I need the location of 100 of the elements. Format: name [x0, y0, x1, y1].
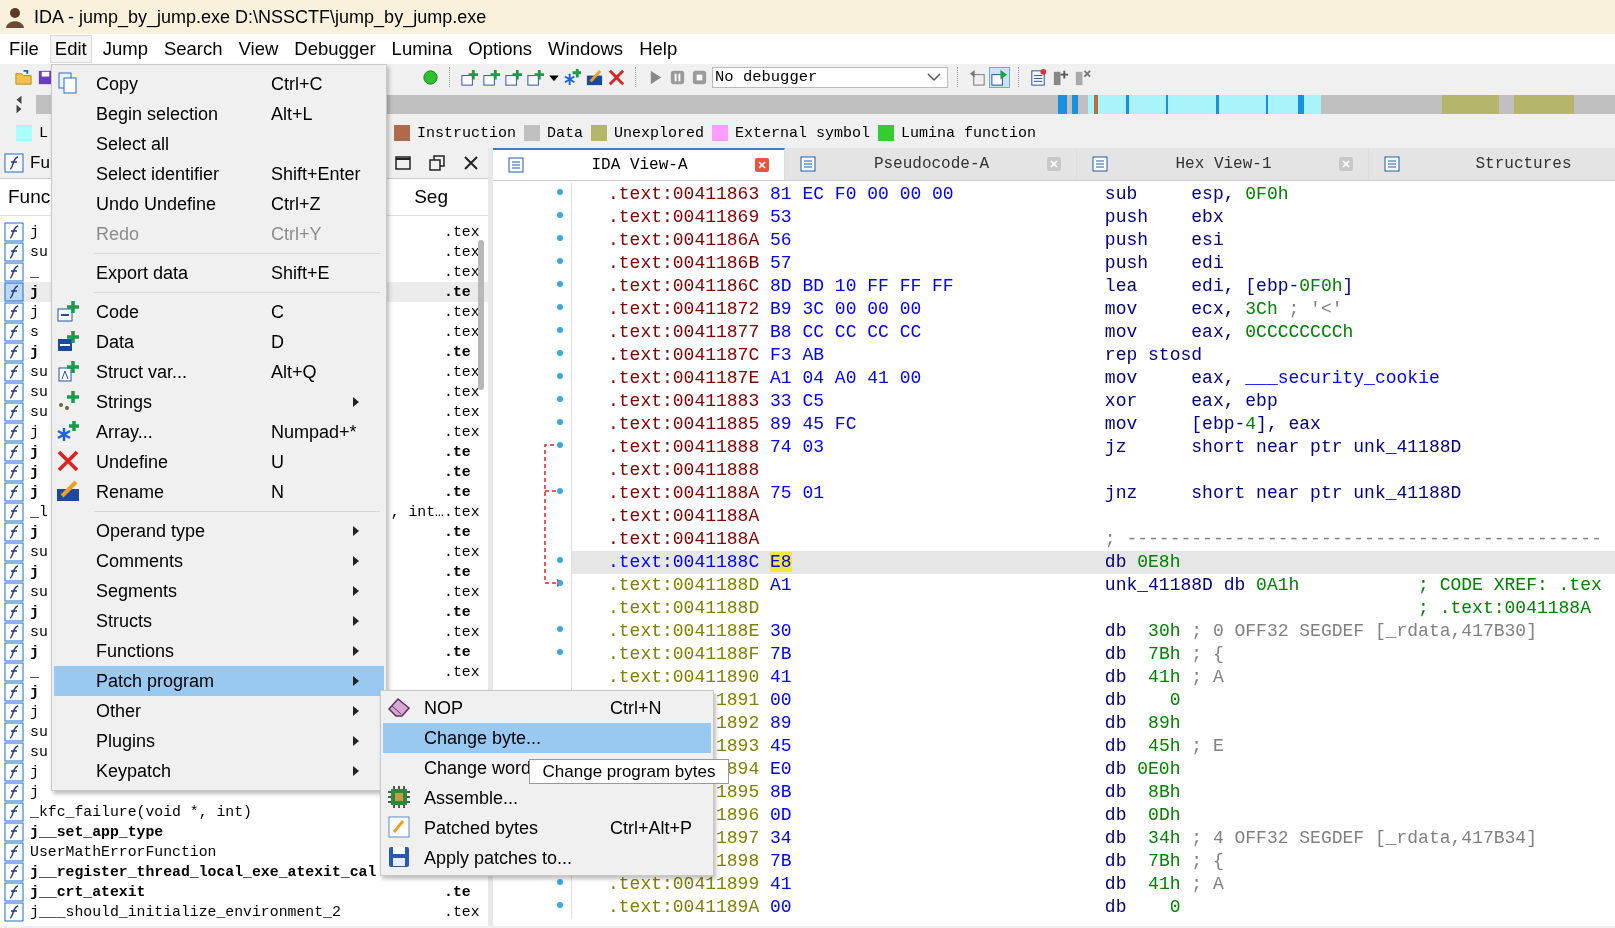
- function-name[interactable]: j: [30, 484, 39, 500]
- function-name[interactable]: j__crt_atexit: [30, 884, 146, 900]
- view-tab[interactable]: Structures: [1369, 148, 1615, 180]
- function-name[interactable]: _: [30, 664, 39, 680]
- address-text: .text:00411885: [608, 414, 760, 434]
- function-name[interactable]: j: [30, 224, 39, 240]
- menu-item[interactable]: Select identifier Shift+Enter: [54, 159, 384, 189]
- view-tab[interactable]: Hex View-1: [1077, 148, 1369, 180]
- menu-item[interactable]: Other: [54, 696, 384, 726]
- function-name[interactable]: j: [30, 524, 39, 540]
- x-icon[interactable]: [607, 67, 626, 87]
- menu-item[interactable]: Functions: [54, 636, 384, 666]
- menu-item[interactable]: Undefine U: [54, 447, 384, 477]
- menu-item[interactable]: Code C: [54, 297, 384, 327]
- function-name[interactable]: j: [30, 444, 39, 460]
- close-icon[interactable]: [462, 154, 480, 172]
- menu-item[interactable]: Change byte...: [383, 723, 711, 753]
- menu-bar-item[interactable]: Lumina: [386, 35, 458, 63]
- scrollbar-thumb[interactable]: [478, 240, 484, 390]
- menu-item[interactable]: Operand type: [54, 516, 384, 546]
- menu-item[interactable]: Keypatch: [54, 756, 384, 786]
- column-header[interactable]: Seg: [414, 186, 448, 208]
- menu-bar-item[interactable]: Debugger: [289, 35, 381, 63]
- menu-item[interactable]: Strings: [54, 387, 384, 417]
- function-name[interactable]: su: [30, 384, 48, 400]
- menu-item[interactable]: Data D: [54, 327, 384, 357]
- function-name[interactable]: j__set_app_type: [30, 824, 164, 840]
- menu-item[interactable]: Apply patches to...: [383, 843, 711, 873]
- menu-bar-item[interactable]: View: [233, 35, 284, 63]
- folder-icon[interactable]: [14, 67, 33, 87]
- menu-item[interactable]: Structs: [54, 606, 384, 636]
- function-name[interactable]: su: [30, 544, 48, 560]
- menu-bar-item[interactable]: Options: [463, 35, 538, 63]
- function-name[interactable]: j: [30, 704, 39, 720]
- menu-item[interactable]: Comments: [54, 546, 384, 576]
- function-name[interactable]: , int…: [390, 504, 444, 520]
- function-name[interactable]: su: [30, 624, 48, 640]
- menu-item[interactable]: Array... Numpad+*: [54, 417, 384, 447]
- menu-item[interactable]: Segments: [54, 576, 384, 606]
- function-name[interactable]: su: [30, 724, 48, 740]
- menu-item[interactable]: Rename N: [54, 477, 384, 507]
- restore-icon[interactable]: [428, 154, 446, 172]
- function-name[interactable]: su: [30, 404, 48, 420]
- menu-item[interactable]: Copy Ctrl+C: [54, 69, 384, 99]
- panel-title: Fu: [30, 153, 50, 173]
- function-name[interactable]: j: [30, 604, 39, 620]
- list-icon[interactable]: [1029, 67, 1048, 87]
- instruction-text: db 41h ; A: [1104, 667, 1224, 687]
- menu-bar-item[interactable]: File: [4, 35, 44, 63]
- function-name[interactable]: su: [30, 364, 48, 380]
- pencil-icon[interactable]: [585, 67, 604, 87]
- function-name[interactable]: j: [30, 784, 39, 800]
- menu-item[interactable]: Export data Shift+E: [54, 258, 384, 288]
- function-name[interactable]: j: [30, 764, 39, 780]
- view-tab[interactable]: Pseudocode-A: [785, 148, 1077, 180]
- function-name[interactable]: j: [30, 284, 39, 300]
- step-icon[interactable]: [968, 67, 987, 87]
- menu-item[interactable]: Patch program: [54, 666, 384, 696]
- asterisk-plus-icon[interactable]: [563, 67, 582, 87]
- function-name[interactable]: su: [30, 584, 48, 600]
- run-icon[interactable]: [990, 67, 1009, 87]
- menu-item[interactable]: Plugins: [54, 726, 384, 756]
- function-name[interactable]: j__register_thread_local_exe_atexit_cal: [30, 864, 377, 880]
- function-name[interactable]: j: [30, 684, 39, 700]
- function-name[interactable]: j: [30, 464, 39, 480]
- menu-item[interactable]: Undo Undefine Ctrl+Z: [54, 189, 384, 219]
- function-name[interactable]: su: [30, 744, 48, 760]
- function-name[interactable]: UserMathErrorFunction: [30, 844, 217, 860]
- menu-item[interactable]: NOP Ctrl+N: [383, 693, 711, 723]
- plus-box-icon[interactable]: [460, 67, 479, 87]
- menu-item[interactable]: Select all: [54, 129, 384, 159]
- menu-item[interactable]: Begin selection Alt+L: [54, 99, 384, 129]
- menu-item[interactable]: Assemble...: [383, 783, 711, 813]
- function-name[interactable]: j: [30, 344, 39, 360]
- function-name[interactable]: j: [30, 564, 39, 580]
- menu-bar-item[interactable]: Search: [158, 35, 228, 63]
- function-name[interactable]: j: [30, 644, 39, 660]
- function-name[interactable]: j___should_initialize_environment_2: [30, 904, 341, 920]
- function-name[interactable]: j: [30, 304, 39, 320]
- menu-bar-item[interactable]: Windows: [543, 35, 629, 63]
- debugger-dropdown[interactable]: No debugger: [712, 66, 948, 88]
- function-name[interactable]: _: [30, 264, 39, 280]
- function-name[interactable]: j: [30, 424, 39, 440]
- view-tab[interactable]: IDA View-A: [493, 148, 785, 180]
- plus-box-icon[interactable]: [504, 67, 523, 87]
- function-name[interactable]: su: [30, 244, 48, 260]
- menu-bar-item[interactable]: Jump: [97, 35, 153, 63]
- menu-bar-item[interactable]: Edit: [49, 35, 92, 63]
- function-name[interactable]: _l: [30, 504, 48, 520]
- menu-item[interactable]: Struct var... Alt+Q: [54, 357, 384, 387]
- maximize-icon[interactable]: [394, 154, 412, 172]
- function-name[interactable]: _kfc_failure(void *, int): [30, 804, 252, 820]
- column-header[interactable]: Func: [8, 186, 51, 208]
- plus-box-icon[interactable]: [526, 67, 545, 87]
- function-name[interactable]: s: [30, 324, 39, 340]
- plus-box-icon[interactable]: [482, 67, 501, 87]
- menu-item[interactable]: Patched bytes Ctrl+Alt+P: [383, 813, 711, 843]
- circle-icon[interactable]: [421, 67, 440, 87]
- plug-remove-icon[interactable]: [1073, 67, 1092, 87]
- menu-bar-item[interactable]: Help: [634, 35, 683, 63]
